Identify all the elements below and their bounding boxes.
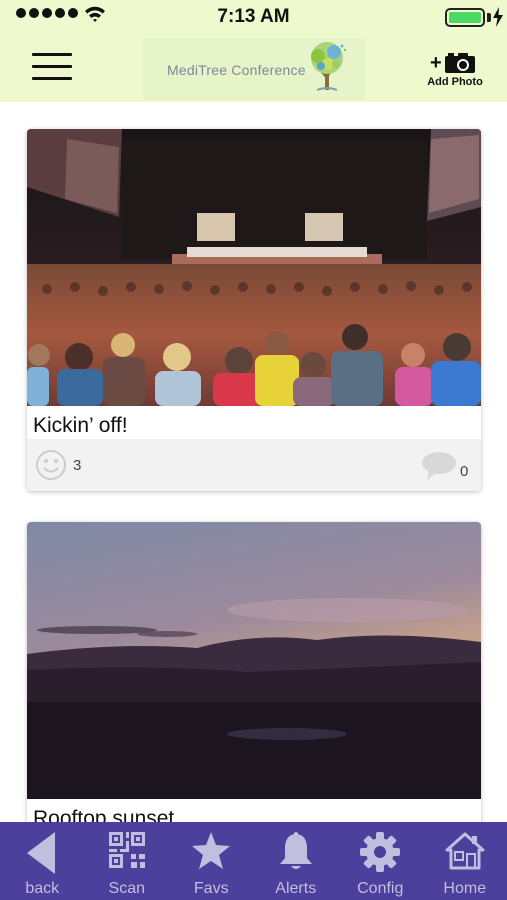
hamburger-menu-icon[interactable] [32,51,74,83]
tab-scan[interactable]: Scan [85,822,170,900]
tab-label: Alerts [275,880,317,897]
tree-logo-icon [311,42,347,91]
app-screen: 7:13 AM MediTree Conference + Add Photo … [0,0,507,900]
comment-bubble-icon[interactable] [421,451,457,481]
camera-icon [445,53,475,73]
post-footer: 3 0 [27,439,481,491]
comment-count: 0 [460,463,469,480]
tab-bar: back Scan Favs Alerts Config Home [0,822,507,900]
tab-label: Config [357,880,404,897]
add-photo-label: Add Photo [427,76,483,88]
tab-config[interactable]: Config [338,822,423,900]
post-caption: Kickin’ off! [33,414,128,437]
add-photo-button[interactable]: + Add Photo [424,50,486,94]
star-icon [192,832,231,869]
post-photo[interactable] [27,522,481,799]
tab-alerts[interactable]: Alerts [254,822,339,900]
like-count: 3 [73,457,82,474]
photo-feed[interactable]: Kickin’ off! 3 0 Rooftop sunset [0,102,507,822]
post-caption: Rooftop sunset [33,807,175,822]
tab-home[interactable]: Home [423,822,507,900]
tab-favs[interactable]: Favs [169,822,254,900]
tab-label: Scan [108,880,145,897]
logo-text: MediTree Conference [167,62,306,78]
post-card[interactable]: Kickin’ off! 3 0 [27,129,481,491]
home-icon [445,832,485,870]
tab-back[interactable]: back [0,822,85,900]
back-arrow-icon [27,832,56,874]
battery-tip [487,13,491,22]
qr-code-icon [108,832,145,868]
status-bar: 7:13 AM [0,0,507,34]
plus-icon: + [430,52,442,74]
post-photo[interactable] [27,129,481,406]
conference-logo: MediTree Conference [143,38,365,100]
smiley-like-icon[interactable] [35,449,67,481]
battery-icon [445,8,485,27]
tab-label: Home [443,880,487,897]
app-header: MediTree Conference + Add Photo [0,34,507,102]
status-time: 7:13 AM [217,6,290,27]
tab-label: Favs [193,880,229,897]
bell-icon [279,832,312,869]
post-card[interactable]: Rooftop sunset [27,522,481,822]
bolt-icon [493,7,503,27]
gear-icon [360,832,401,872]
tab-label: back [25,880,60,897]
